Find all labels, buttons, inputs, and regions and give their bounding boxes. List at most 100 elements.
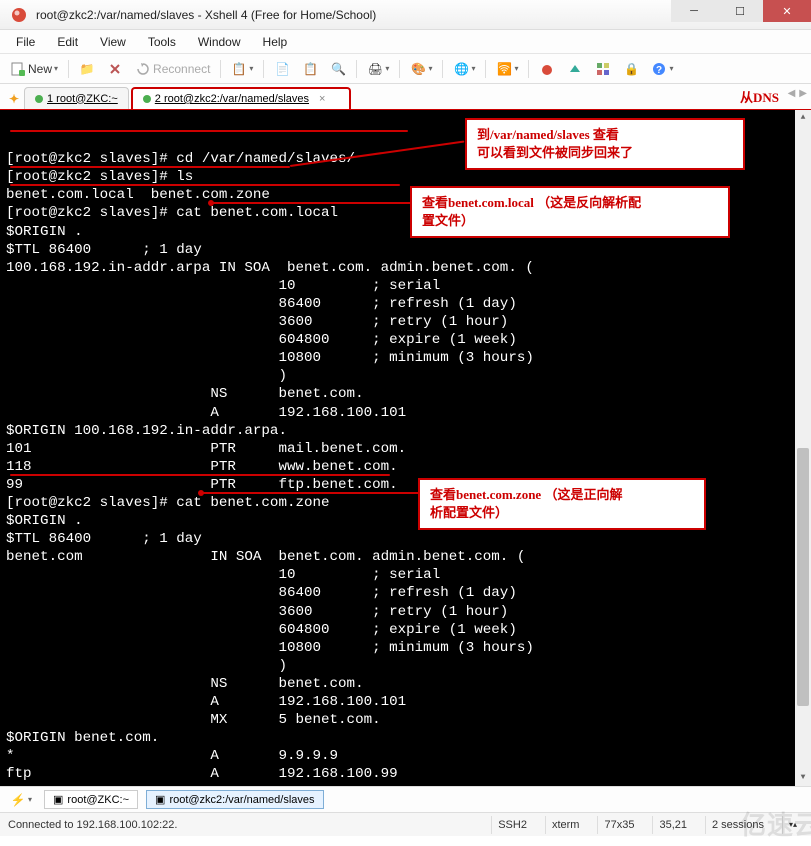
disconnect-icon <box>107 61 123 77</box>
xshell-button[interactable] <box>535 58 559 80</box>
new-button[interactable]: New ▾ <box>6 58 62 80</box>
paste-icon: 📋 <box>302 61 318 77</box>
separator <box>220 60 221 78</box>
scroll-track[interactable] <box>795 126 811 770</box>
tab-nav-arrows[interactable]: ◀▶ <box>788 88 807 99</box>
separator <box>399 60 400 78</box>
help-icon: ? <box>651 61 667 77</box>
tunnel-button[interactable]: 🛜▾ <box>492 58 522 80</box>
folder-icon: 📁 <box>79 61 95 77</box>
add-tab-button[interactable]: ✦ <box>4 89 24 109</box>
strawberry-icon <box>539 61 555 77</box>
print-button[interactable]: 🖨▾ <box>363 58 393 80</box>
help-button[interactable]: ?▾ <box>647 58 677 80</box>
bottom-tab-label: root@zkc2:/var/named/slaves <box>169 794 314 806</box>
open-button[interactable]: 📁 <box>75 58 99 80</box>
terminal-icon: ▣ <box>155 793 165 806</box>
svg-text:?: ? <box>656 65 662 76</box>
menu-view[interactable]: View <box>90 32 136 52</box>
annotation-callout-3: 查看benet.com.zone （这是正向解析配置文件） <box>418 478 706 530</box>
tab-label: 1 root@ZKC:~ <box>47 93 118 105</box>
app-icon <box>8 4 30 26</box>
disconnect-button[interactable] <box>103 58 127 80</box>
annotation-underline <box>10 166 290 168</box>
grid-icon <box>595 61 611 77</box>
print-icon: 🖨 <box>367 61 383 77</box>
quick-command-button[interactable]: ⚡▾ <box>6 789 36 811</box>
tunnel-icon: 🛜 <box>496 61 512 77</box>
find-button[interactable]: 🔍 <box>326 58 350 80</box>
titlebar: root@zkc2:/var/named/slaves - Xshell 4 (… <box>0 0 811 30</box>
minimize-button[interactable]: ─ <box>671 0 717 22</box>
close-tab-icon[interactable]: × <box>319 93 325 105</box>
new-icon <box>10 61 26 77</box>
terminal-output: [root@zkc2 slaves]# cd /var/named/slaves… <box>6 150 805 783</box>
lightning-icon: ⚡ <box>10 792 26 808</box>
xftp-icon <box>567 61 583 77</box>
globe-button[interactable]: 🌐▾ <box>449 58 479 80</box>
terminal-icon: ▣ <box>53 793 63 806</box>
status-menu-icon[interactable]: ▾▴ <box>782 816 803 834</box>
color-button[interactable]: 🎨▾ <box>406 58 436 80</box>
separator <box>528 60 529 78</box>
menu-tools[interactable]: Tools <box>138 32 186 52</box>
menu-help[interactable]: Help <box>253 32 298 52</box>
scroll-up-button[interactable]: ▲ <box>795 110 811 126</box>
reconnect-button[interactable]: Reconnect <box>131 58 214 80</box>
grid-button[interactable] <box>591 58 615 80</box>
maximize-button[interactable]: ☐ <box>717 0 763 22</box>
copy-button[interactable]: 📄 <box>270 58 294 80</box>
paste-button[interactable]: 📋 <box>298 58 322 80</box>
annotation-from-dns: 从DNS <box>740 87 779 106</box>
status-size: 77x35 <box>597 816 640 834</box>
menubar: File Edit View Tools Window Help <box>0 30 811 54</box>
properties-button[interactable]: 📋▾ <box>227 58 257 80</box>
menu-window[interactable]: Window <box>188 32 251 52</box>
menu-file[interactable]: File <box>6 32 45 52</box>
separator <box>68 60 69 78</box>
session-tabs: ✦ 1 root@ZKC:~ 2 root@zkc2:/var/named/sl… <box>0 84 811 110</box>
scroll-down-button[interactable]: ▼ <box>795 770 811 786</box>
connection-status-icon <box>35 95 43 103</box>
annotation-underline <box>10 184 400 186</box>
status-connection: Connected to 192.168.100.102:22. <box>8 819 177 831</box>
bottom-tab-1[interactable]: ▣ root@ZKC:~ <box>44 790 138 809</box>
statusbar: Connected to 192.168.100.102:22. SSH2 xt… <box>0 812 811 836</box>
annotation-underline <box>10 474 390 476</box>
dropdown-arrow-icon: ▾ <box>54 64 58 73</box>
bottom-session-bar: ⚡▾ ▣ root@ZKC:~ ▣ root@zkc2:/var/named/s… <box>0 786 811 812</box>
annotation-connector <box>212 202 412 204</box>
status-cursor: 35,21 <box>652 816 693 834</box>
scroll-thumb[interactable] <box>797 448 809 706</box>
status-sessions: 2 sessions <box>705 816 770 834</box>
lock-icon: 🔒 <box>623 61 639 77</box>
close-button[interactable]: ✕ <box>763 0 811 22</box>
annotation-connector <box>202 492 420 494</box>
annotation-underline <box>10 130 408 132</box>
annotation-callout-2: 查看benet.com.local （这是反向解析配置文件） <box>410 186 730 238</box>
search-icon: 🔍 <box>330 61 346 77</box>
reconnect-label: Reconnect <box>153 62 210 76</box>
window-controls: ─ ☐ ✕ <box>671 0 811 29</box>
separator <box>263 60 264 78</box>
xftp-button[interactable] <box>563 58 587 80</box>
lock-button[interactable]: 🔒 <box>619 58 643 80</box>
session-tab-1[interactable]: 1 root@ZKC:~ <box>24 87 129 109</box>
terminal-area[interactable]: [root@zkc2 slaves]# cd /var/named/slaves… <box>0 110 811 786</box>
copy-icon: 📄 <box>274 61 290 77</box>
annotation-callout-1: 到/var/named/slaves 查看可以看到文件被同步回来了 <box>465 118 745 170</box>
separator <box>356 60 357 78</box>
session-tab-2-active[interactable]: 2 root@zkc2:/var/named/slaves × <box>131 87 352 109</box>
separator <box>442 60 443 78</box>
menu-edit[interactable]: Edit <box>47 32 88 52</box>
connection-status-icon <box>143 95 151 103</box>
toolbar: New ▾ 📁 Reconnect 📋▾ 📄 📋 🔍 🖨▾ 🎨▾ 🌐▾ 🛜▾ 🔒… <box>0 54 811 84</box>
new-label: New <box>28 62 52 76</box>
status-ssh: SSH2 <box>491 816 533 834</box>
separator <box>485 60 486 78</box>
palette-icon: 🎨 <box>410 61 426 77</box>
vertical-scrollbar[interactable]: ▲ ▼ <box>795 110 811 786</box>
reconnect-icon <box>135 61 151 77</box>
bottom-tab-2-active[interactable]: ▣ root@zkc2:/var/named/slaves <box>146 790 323 809</box>
window-title: root@zkc2:/var/named/slaves - Xshell 4 (… <box>36 8 671 22</box>
